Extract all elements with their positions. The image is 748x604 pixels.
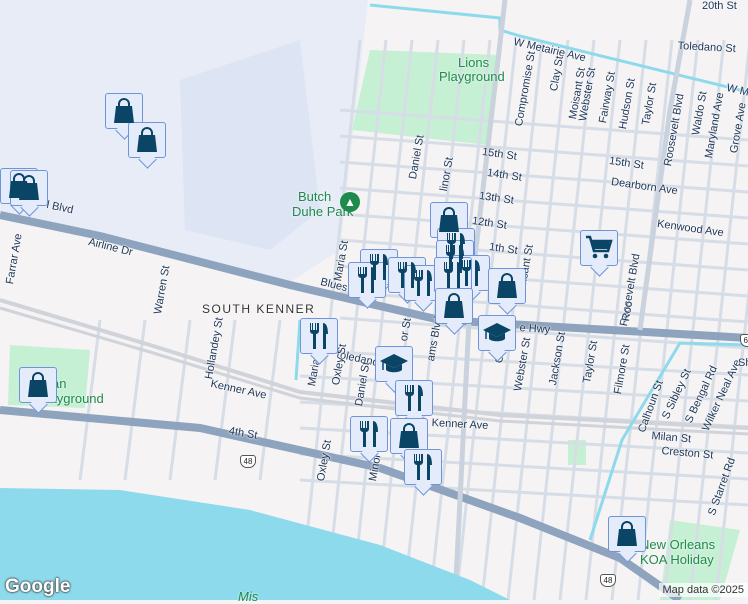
area-label: SOUTH KENNER (202, 302, 315, 316)
fork-knife-icon (411, 453, 435, 481)
park-label: Playground (439, 70, 505, 84)
street-label-sh: Sh (738, 357, 748, 369)
shopping-bag-icon (112, 98, 136, 124)
restaurant-marker[interactable] (404, 449, 442, 485)
park-label: Lions (458, 56, 489, 70)
shopping-bag-icon (17, 175, 41, 201)
park-label: New Orleans (640, 538, 715, 552)
fork-knife-icon (441, 261, 465, 289)
grocery-marker[interactable] (580, 230, 618, 266)
fork-knife-icon (402, 384, 426, 412)
shopping-bag-icon (135, 127, 159, 153)
park-pin-icon: ▲ (340, 192, 360, 212)
restaurant-marker[interactable] (395, 380, 433, 416)
shopping-bag-marker[interactable] (128, 122, 166, 158)
street (170, 320, 190, 480)
shopping-bag-marker[interactable] (608, 516, 646, 552)
shopping-cart-icon (585, 235, 613, 261)
school-marker[interactable] (375, 346, 413, 382)
route-shield: 48 (240, 455, 256, 468)
fork-knife-icon (355, 266, 379, 294)
mississippi-river (0, 488, 510, 600)
fork-knife-icon (357, 420, 381, 448)
park-label: KOA Holiday (640, 553, 714, 567)
route-shield: 48 (600, 574, 616, 587)
street (300, 480, 748, 505)
shopping-bag-marker[interactable] (435, 288, 473, 324)
graduation-cap-icon (482, 321, 512, 345)
restaurant-marker[interactable] (300, 318, 338, 354)
route-shield: 61 (740, 334, 748, 347)
street-label-blues_hwy2: e Hwy (519, 322, 550, 336)
shopping-bag-icon (26, 372, 50, 398)
river-label: Mis (238, 590, 258, 604)
school-marker[interactable] (478, 315, 516, 351)
shopping-bag-icon (397, 423, 421, 449)
google-logo[interactable]: Google (5, 576, 70, 598)
shopping-bag-icon (495, 273, 519, 299)
shopping-bag-icon (615, 521, 639, 547)
shopping-bag-icon (442, 293, 466, 319)
graduation-cap-icon (379, 352, 409, 376)
shopping-bag-icon (437, 207, 461, 233)
fork-knife-icon (307, 322, 331, 350)
street (340, 162, 748, 192)
park-label: Butch (298, 190, 331, 204)
restaurant-marker[interactable] (350, 416, 388, 452)
map-attribution[interactable]: Map data ©2025 (659, 583, 748, 597)
street-label-twentieth: 20th St (702, 0, 737, 12)
street (340, 188, 748, 218)
shopping-bag-marker[interactable] (488, 268, 526, 304)
fork-knife-icon (411, 269, 435, 297)
shopping-bag-marker[interactable] (19, 367, 57, 403)
